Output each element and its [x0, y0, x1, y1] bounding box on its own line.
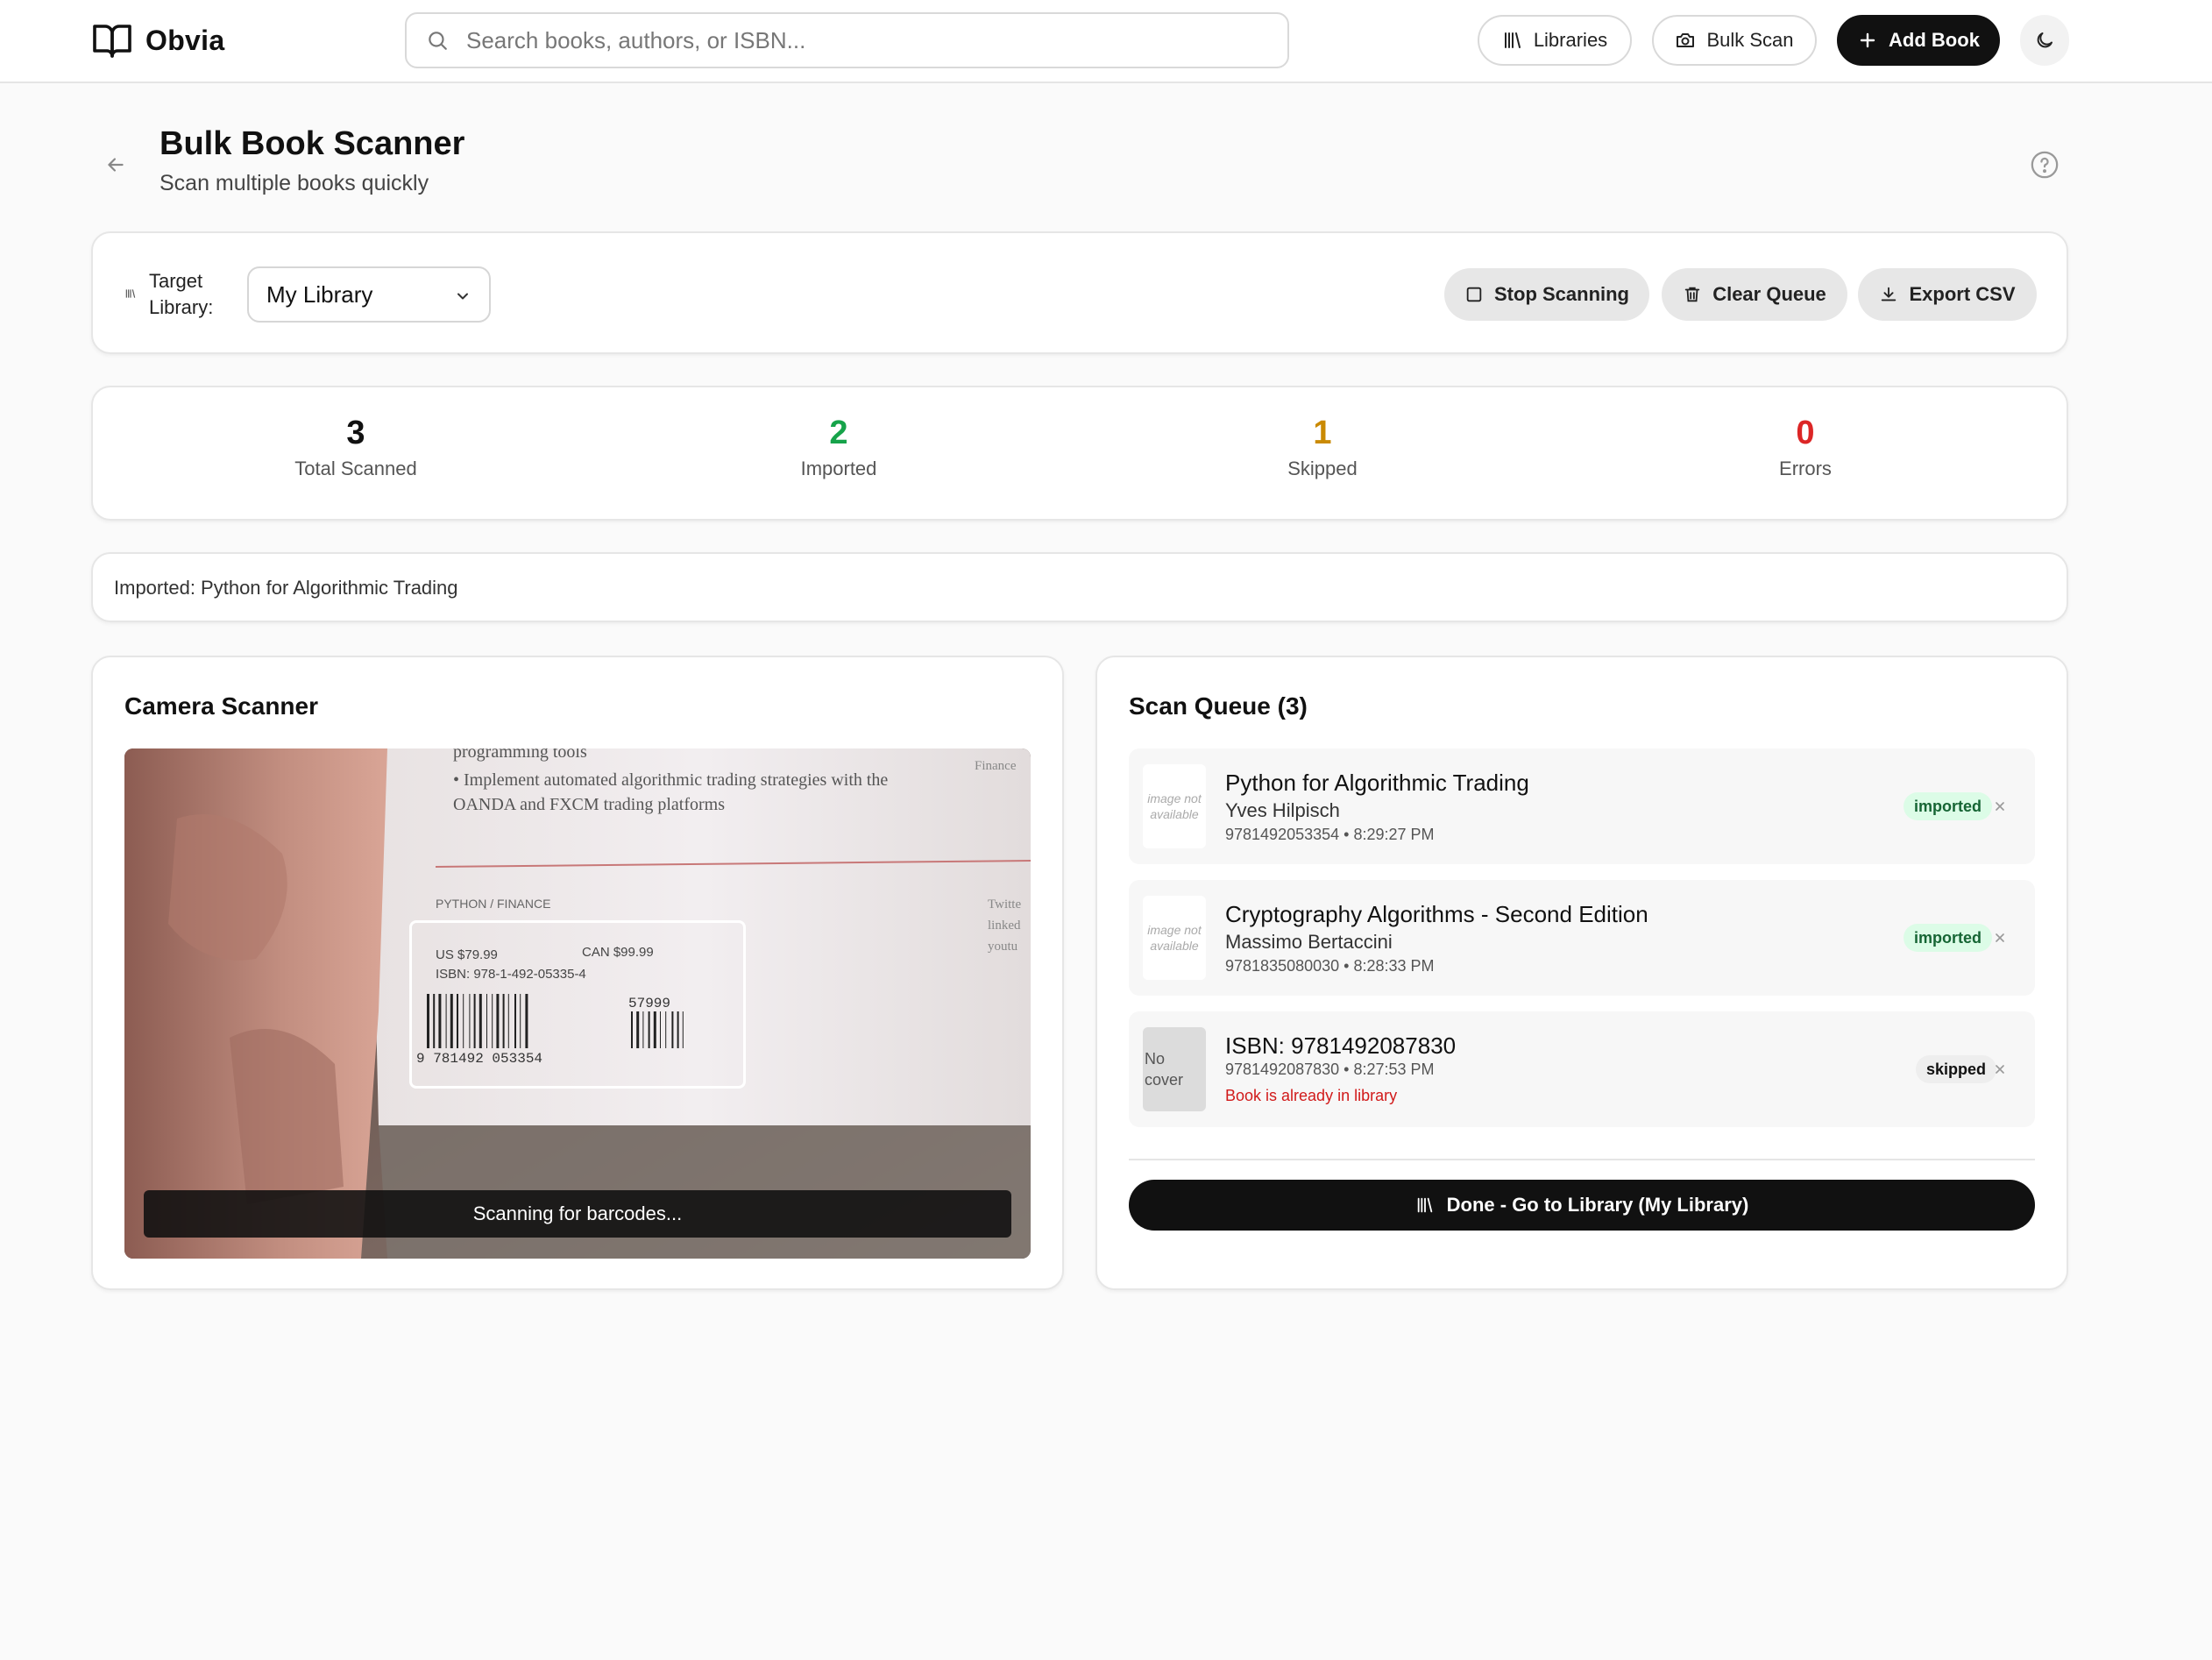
camera-scanner-title: Camera Scanner	[124, 692, 319, 720]
stat-label: Errors	[1779, 458, 1832, 479]
status-badge: skipped	[1916, 1055, 1997, 1083]
help-icon[interactable]	[2030, 150, 2060, 180]
brand-logo-link[interactable]: Obvia	[91, 19, 224, 61]
queue-item: No cover ISBN: 9781492087830 97814920878…	[1129, 1011, 2035, 1127]
stop-scanning-label: Stop Scanning	[1494, 283, 1629, 305]
stat-total-scanned: 3 Total Scanned	[224, 414, 487, 480]
close-icon	[1996, 802, 2004, 811]
clear-queue-button[interactable]: Clear Queue	[1662, 268, 1847, 321]
last-scan-message: Imported: Python for Algorithmic Trading	[91, 552, 2068, 622]
back-button[interactable]	[98, 147, 133, 182]
plus-icon	[1860, 32, 1875, 48]
library-small-icon	[124, 287, 137, 302]
queue-item-meta: 9781492087830 • 8:27:53 PM	[1225, 1061, 1435, 1078]
close-icon	[1996, 1065, 2004, 1074]
stop-square-icon	[1466, 287, 1482, 302]
queue-item-meta: 9781492053354 • 8:29:27 PM	[1225, 826, 1435, 843]
svg-text:Finance: Finance	[975, 759, 1017, 773]
remove-item-button[interactable]	[1989, 927, 2010, 948]
target-library-select[interactable]: My Library	[247, 266, 491, 323]
svg-text:youtu: youtu	[988, 940, 1018, 954]
stat-errors: 0 Errors	[1674, 414, 1937, 480]
status-badge: imported	[1904, 924, 1993, 952]
scan-queue-title: Scan Queue (3)	[1129, 692, 1308, 720]
open-book-icon	[93, 25, 131, 58]
search-bar[interactable]	[405, 12, 1289, 68]
download-icon	[1882, 287, 1897, 301]
scan-controls-card: Target Library: My Library Stop Scanning…	[91, 231, 2068, 354]
add-book-button[interactable]: Add Book	[1837, 15, 2000, 66]
export-csv-button[interactable]: Export CSV	[1858, 268, 2037, 321]
book-cover-placeholder: image not available	[1143, 764, 1206, 848]
search-icon	[429, 32, 447, 50]
selected-library-value: My Library	[266, 280, 373, 308]
stat-imported: 2 Imported	[707, 414, 970, 480]
queue-item-meta: 9781835080030 • 8:28:33 PM	[1225, 957, 1435, 975]
library-icon	[1504, 32, 1521, 48]
libraries-button[interactable]: Libraries	[1478, 15, 1632, 66]
queue-divider	[1129, 1159, 2035, 1160]
remove-item-button[interactable]	[1989, 1059, 2010, 1080]
target-library-label: Target Library:	[149, 270, 214, 318]
queue-item-title: ISBN: 9781492087830	[1225, 1032, 1457, 1059]
arrow-left-icon	[108, 158, 124, 172]
page-subtitle: Scan multiple books quickly	[160, 171, 429, 195]
svg-text:Twitte: Twitte	[988, 897, 1021, 912]
queue-item: image not available Python for Algorithm…	[1129, 748, 2035, 864]
stat-label: Total Scanned	[294, 458, 417, 479]
camera-viewport: programming tools • Implement automated …	[124, 748, 1031, 1259]
chevron-down-icon	[457, 293, 468, 300]
camera-scanner-card: Camera Scanner programming tools • Imple…	[91, 656, 1064, 1290]
scan-stats-card: 3 Total Scanned 2 Imported 1 Skipped 0 E…	[91, 386, 2068, 521]
stat-value: 3	[346, 415, 365, 451]
queue-item: image not available Cryptography Algorit…	[1129, 880, 2035, 996]
svg-text:linked: linked	[988, 919, 1021, 933]
export-csv-label: Export CSV	[1909, 283, 2016, 305]
stat-value: 1	[1313, 415, 1332, 451]
search-input[interactable]	[466, 26, 1255, 54]
bulk-scan-label: Bulk Scan	[1706, 29, 1794, 51]
book-cover-placeholder: image not available	[1143, 896, 1206, 980]
queue-item-error: Book is already in library	[1225, 1087, 1398, 1104]
stat-label: Imported	[800, 458, 877, 479]
remove-item-button[interactable]	[1989, 796, 2010, 817]
brand-name: Obvia	[145, 24, 225, 56]
no-cover-placeholder: No cover	[1143, 1027, 1206, 1111]
done-go-to-library-button[interactable]: Done - Go to Library (My Library)	[1129, 1180, 2035, 1231]
page-title: Bulk Book Scanner	[160, 125, 465, 162]
scan-target-frame	[409, 920, 746, 1089]
stop-scanning-button[interactable]: Stop Scanning	[1444, 268, 1649, 321]
add-book-label: Add Book	[1889, 29, 1980, 51]
svg-text:PYTHON / FINANCE: PYTHON / FINANCE	[436, 897, 550, 911]
stat-value: 0	[1796, 415, 1815, 451]
bulk-scan-button[interactable]: Bulk Scan	[1652, 15, 1817, 66]
camera-icon	[1677, 33, 1695, 47]
status-badge: imported	[1904, 792, 1993, 820]
stat-label: Skipped	[1287, 458, 1358, 479]
svg-text:programming tools: programming tools	[453, 748, 587, 762]
scan-status-banner: Scanning for barcodes...	[144, 1190, 1011, 1238]
queue-item-author: Massimo Bertaccini	[1225, 931, 1393, 953]
stat-value: 2	[829, 415, 848, 451]
scan-queue-card: Scan Queue (3) image not available Pytho…	[1095, 656, 2068, 1290]
top-navigation-bar: Obvia Libraries Bulk Scan Add Book	[0, 0, 2212, 83]
close-icon	[1996, 933, 2004, 942]
moon-icon	[2037, 32, 2052, 48]
queue-item-title: Python for Algorithmic Trading	[1225, 770, 1529, 796]
library-icon	[1417, 1197, 1432, 1213]
libraries-label: Libraries	[1533, 29, 1608, 51]
theme-toggle-button[interactable]	[2020, 15, 2069, 66]
clear-queue-label: Clear Queue	[1712, 283, 1826, 305]
queue-item-author: Yves Hilpisch	[1225, 799, 1340, 821]
queue-item-title: Cryptography Algorithms - Second Edition	[1225, 901, 1648, 927]
stat-skipped: 1 Skipped	[1191, 414, 1454, 480]
svg-text:• Implement automated algorith: • Implement automated algorithmic tradin…	[453, 770, 888, 790]
done-label: Done - Go to Library (My Library)	[1446, 1194, 1749, 1216]
svg-text:OANDA and FXCM trading platfor: OANDA and FXCM trading platforms	[453, 795, 725, 814]
trash-icon	[1684, 287, 1700, 302]
